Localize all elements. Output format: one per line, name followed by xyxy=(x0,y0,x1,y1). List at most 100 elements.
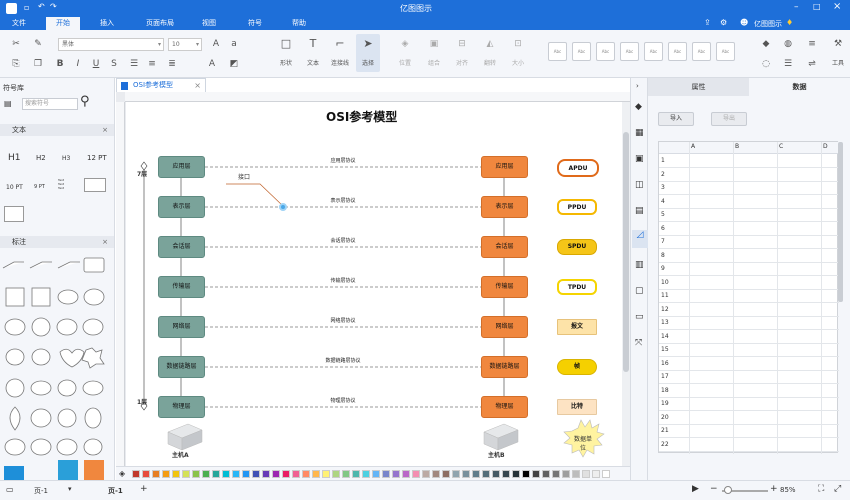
color-swatch[interactable] xyxy=(542,470,550,478)
grid-row-number[interactable]: 11 xyxy=(661,292,685,299)
save-icon[interactable]: ▫ xyxy=(24,3,29,12)
protocol-label[interactable]: 应用层协议 xyxy=(303,157,383,164)
host-b-layer-box[interactable]: 传输层 xyxy=(481,276,528,298)
data-unit-label[interactable]: 数据单位 xyxy=(572,435,594,453)
menu-file[interactable]: 文件 xyxy=(6,17,32,30)
style-swatch-3[interactable]: Abc xyxy=(596,42,615,61)
color-swatch[interactable] xyxy=(362,470,370,478)
search-input[interactable]: 搜索符号 xyxy=(22,98,78,110)
page-selector-chevron-icon[interactable]: ▾ xyxy=(68,485,72,493)
numbered-list-icon[interactable]: ≡ xyxy=(146,58,158,70)
grid-row-number[interactable]: 20 xyxy=(661,414,685,421)
tools-icon[interactable]: ⚒ xyxy=(832,38,844,50)
style-swatch-1[interactable]: Abc xyxy=(548,42,567,61)
zoom-out-icon[interactable]: − xyxy=(710,484,718,494)
italic-icon[interactable]: I xyxy=(72,58,84,70)
align-icon[interactable]: ≣ xyxy=(166,58,178,70)
grid-row-number[interactable]: 6 xyxy=(661,225,685,232)
menu-view[interactable]: 视图 xyxy=(194,17,224,30)
text-block-symbol[interactable]: Text Text Text xyxy=(58,178,78,196)
color-swatch[interactable] xyxy=(392,470,400,478)
grid-row-number[interactable]: 8 xyxy=(661,252,685,259)
font-size-select[interactable]: 10 xyxy=(168,38,202,51)
protocol-label[interactable]: 表示层协议 xyxy=(303,197,383,204)
host-b-layer-box[interactable]: 数据链路层 xyxy=(481,356,528,378)
grid-row-number[interactable]: 19 xyxy=(661,400,685,407)
fit-panel-icon[interactable]: ⤧ xyxy=(635,338,642,348)
color-swatch[interactable] xyxy=(132,470,140,478)
color-swatch[interactable] xyxy=(212,470,220,478)
grid-row-number[interactable]: 3 xyxy=(661,184,685,191)
host-a-layer-box[interactable]: 物理层 xyxy=(158,396,205,418)
grid-row-number[interactable]: 21 xyxy=(661,427,685,434)
host-b-layer-box[interactable]: 会话层 xyxy=(481,236,528,258)
host-b-layer-box[interactable]: 物理层 xyxy=(481,396,528,418)
font-grow-icon[interactable]: A xyxy=(210,38,222,50)
grid-column-header[interactable]: C xyxy=(779,143,783,150)
menu-home[interactable]: 开始 xyxy=(46,17,80,30)
bold-icon[interactable]: B xyxy=(54,58,66,70)
grid-row-number[interactable]: 16 xyxy=(661,360,685,367)
host-a-layer-box[interactable]: 表示层 xyxy=(158,196,205,218)
grid-row-number[interactable]: 1 xyxy=(661,157,685,164)
color-swatch[interactable] xyxy=(592,470,600,478)
image-panel-icon[interactable]: ▣ xyxy=(635,154,644,164)
protocol-label[interactable]: 传输层协议 xyxy=(303,277,383,284)
data-spreadsheet[interactable]: A B C D 1 2 3 4 5 6 7 8 9 10 11 12 13 14 15 16 17 18 19 20 21 22 xyxy=(658,141,839,454)
zoom-slider-thumb[interactable] xyxy=(724,486,732,494)
protocol-label[interactable]: 物理层协议 xyxy=(303,397,383,404)
pdu-badge[interactable]: APDU xyxy=(557,159,599,177)
color-swatch[interactable] xyxy=(302,470,310,478)
callout-symbols-grid[interactable] xyxy=(0,252,114,480)
flip-icon[interactable]: ◭ xyxy=(484,38,496,50)
library-menu-icon[interactable]: ▤ xyxy=(4,99,12,108)
drawing-page[interactable]: OSI参考模型 应用层 表示层 会话层 传输层 网络层 数据链路层 物理层 应用层 表示层 会话… xyxy=(126,102,622,466)
layer1-label[interactable]: 1层 xyxy=(137,397,147,406)
text-sample-12pt[interactable]: 12 PT xyxy=(87,154,107,162)
host-b-label[interactable]: 主机B xyxy=(488,450,505,459)
grid-column-header[interactable]: B xyxy=(735,143,739,150)
undo-icon[interactable]: ↶ xyxy=(38,2,45,11)
maximize-icon[interactable]: □ xyxy=(813,2,821,11)
text-sample-9pt[interactable]: 9 PT xyxy=(34,184,45,190)
list-symbol[interactable] xyxy=(32,206,52,222)
color-swatch[interactable] xyxy=(232,470,240,478)
color-swatch[interactable] xyxy=(532,470,540,478)
shape-icon[interactable]: □ xyxy=(280,38,292,50)
grid-row-number[interactable]: 15 xyxy=(661,346,685,353)
host-b-layer-box[interactable]: 网络层 xyxy=(481,316,528,338)
host-b-layer-box[interactable]: 表示层 xyxy=(481,196,528,218)
host-a-layer-box[interactable]: 网络层 xyxy=(158,316,205,338)
grid-row-number[interactable]: 22 xyxy=(661,441,685,448)
color-swatch[interactable] xyxy=(312,470,320,478)
format-painter-icon[interactable]: ✎ xyxy=(32,38,44,50)
protocol-label[interactable]: 数据链路层协议 xyxy=(303,357,383,364)
grid-row-number[interactable]: 5 xyxy=(661,211,685,218)
color-swatch[interactable] xyxy=(182,470,190,478)
grid-row-number[interactable]: 17 xyxy=(661,373,685,380)
fullscreen-icon[interactable]: ⤢ xyxy=(834,484,841,494)
layer7-label[interactable]: 7层 xyxy=(137,169,147,178)
protocol-label[interactable]: 网络层协议 xyxy=(303,317,383,324)
text-box-symbol[interactable] xyxy=(84,178,106,192)
color-swatch[interactable] xyxy=(572,470,580,478)
color-swatch[interactable] xyxy=(252,470,260,478)
user-name[interactable]: 亿图图示 xyxy=(754,19,782,29)
color-swatch[interactable] xyxy=(242,470,250,478)
color-swatch[interactable] xyxy=(562,470,570,478)
grid-row-number[interactable]: 9 xyxy=(661,265,685,272)
color-swatch[interactable] xyxy=(172,470,180,478)
color-swatch[interactable] xyxy=(262,470,270,478)
color-swatch[interactable] xyxy=(462,470,470,478)
tab-data[interactable]: 数据 xyxy=(749,78,850,96)
gear-icon[interactable]: ⚙ xyxy=(720,18,727,27)
style-swatch-2[interactable]: Abc xyxy=(572,42,591,61)
color-swatch[interactable] xyxy=(492,470,500,478)
section-text-header[interactable]: 文本 × xyxy=(0,124,114,136)
font-shrink-icon[interactable]: a xyxy=(228,38,240,50)
color-swatch[interactable] xyxy=(552,470,560,478)
page-tab[interactable]: 页-1 xyxy=(108,486,123,496)
arrow-style-icon[interactable]: ⇌ xyxy=(806,58,818,70)
host-a-layer-box[interactable]: 应用层 xyxy=(158,156,205,178)
protocol-label[interactable]: 会话层协议 xyxy=(303,237,383,244)
